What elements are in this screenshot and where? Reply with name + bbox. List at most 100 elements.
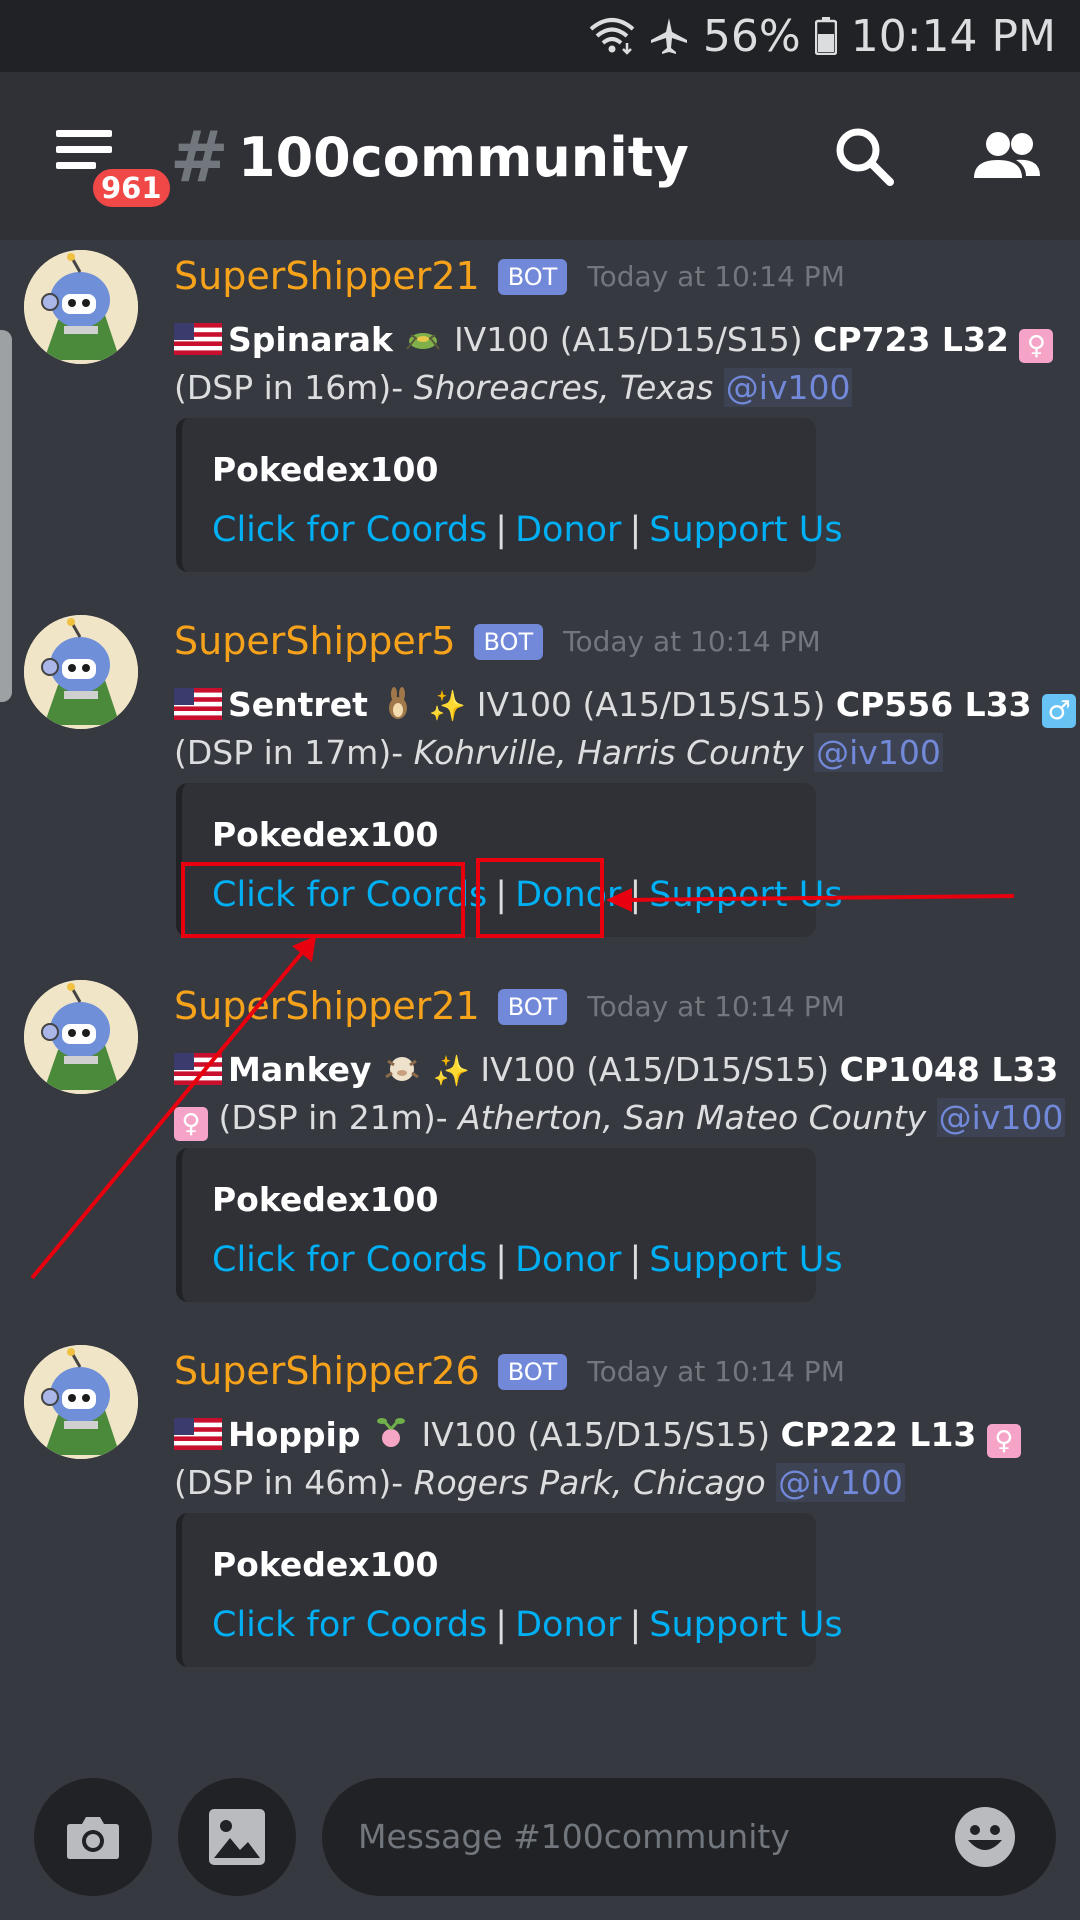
embed-links: Click for Coords | Donor | Support Us bbox=[212, 875, 843, 915]
despawn-time: (DSP in 17m)- bbox=[174, 733, 404, 772]
username[interactable]: SuperShipper21 bbox=[174, 985, 480, 1028]
bot-tag: BOT bbox=[497, 1353, 568, 1390]
message-header: SuperShipper26 BOT Today at 10:14 PM bbox=[174, 1350, 845, 1393]
airplane-icon bbox=[650, 18, 687, 54]
robot-avatar-icon bbox=[24, 1345, 138, 1459]
location: Shoreacres, Texas bbox=[413, 368, 714, 407]
link-separator: | bbox=[495, 1605, 508, 1645]
image-icon bbox=[209, 1809, 265, 1865]
pokemon-name: Spinarak bbox=[228, 320, 393, 359]
message-input[interactable] bbox=[358, 1808, 918, 1864]
coords-link[interactable]: Click for Coords bbox=[212, 1240, 487, 1280]
bot-avatar[interactable] bbox=[24, 250, 138, 364]
iv-stats: IV100 (A15/D15/S15) bbox=[480, 1050, 830, 1089]
battery-percent: 56% bbox=[702, 10, 801, 62]
emoji-icon[interactable] bbox=[954, 1806, 1016, 1868]
embed-card: Pokedex100 Click for Coords | Donor | Suppor… bbox=[176, 418, 843, 572]
username[interactable]: SuperShipper26 bbox=[174, 1350, 480, 1393]
link-separator: | bbox=[495, 1240, 508, 1280]
support-link[interactable]: Support Us bbox=[649, 1240, 842, 1280]
message-header: SuperShipper5 BOT Today at 10:14 PM bbox=[174, 620, 821, 663]
annotation-arrowhead-diagonal bbox=[292, 936, 316, 962]
us-flag-icon bbox=[174, 688, 222, 720]
bot-tag: BOT bbox=[497, 988, 568, 1025]
robot-avatar-icon bbox=[24, 980, 138, 1094]
link-separator: | bbox=[495, 510, 508, 550]
hoppip-icon bbox=[376, 1418, 405, 1447]
drawer-edge-handle[interactable] bbox=[0, 330, 12, 702]
image-button[interactable] bbox=[178, 1778, 296, 1896]
link-separator: | bbox=[629, 1605, 642, 1645]
role-mention[interactable]: @iv100 bbox=[776, 1463, 905, 1502]
message-line-2: (DSP in 17m)- Kohrville, Harris County @… bbox=[174, 733, 943, 773]
spinarak-icon bbox=[406, 333, 441, 350]
message-line-1: Hoppip IV100 (A15/D15/S15) CP222 L13 ♀ bbox=[174, 1415, 1021, 1458]
donor-link[interactable]: Donor bbox=[515, 510, 621, 550]
embed-links: Click for Coords | Donor | Support Us bbox=[212, 1240, 843, 1280]
bot-avatar[interactable] bbox=[24, 615, 138, 729]
robot-avatar-icon bbox=[24, 250, 138, 364]
username[interactable]: SuperShipper21 bbox=[174, 255, 480, 298]
support-link[interactable]: Support Us bbox=[649, 875, 842, 915]
link-separator: | bbox=[495, 875, 508, 915]
iv-stats: IV100 (A15/D15/S15) bbox=[453, 320, 803, 359]
despawn-time: (DSP in 46m)- bbox=[174, 1463, 404, 1502]
notification-badge: 961 bbox=[88, 164, 175, 212]
bot-avatar[interactable] bbox=[24, 1345, 138, 1459]
role-mention[interactable]: @iv100 bbox=[723, 368, 853, 407]
embed-card: Pokedex100 Click for Coords | Donor | Suppor… bbox=[176, 783, 843, 937]
us-flag-icon bbox=[174, 1053, 222, 1085]
username[interactable]: SuperShipper5 bbox=[174, 620, 456, 663]
embed-title: Pokedex100 bbox=[212, 450, 439, 489]
shiny-sparkle-icon: ✨ bbox=[432, 1054, 470, 1089]
message-header: SuperShipper21 BOT Today at 10:14 PM bbox=[174, 255, 845, 298]
cp-level: CP556 L33 bbox=[835, 685, 1032, 724]
search-button[interactable] bbox=[832, 124, 896, 192]
menu-button[interactable]: 961 bbox=[50, 130, 175, 216]
role-mention[interactable]: @iv100 bbox=[936, 1098, 1066, 1137]
message-line-1: Mankey ✨ IV100 (A15/D15/S15) CP1048 L33 bbox=[174, 1050, 1058, 1090]
robot-avatar-icon bbox=[24, 615, 138, 729]
embed-title: Pokedex100 bbox=[212, 1180, 439, 1219]
despawn-time: (DSP in 16m)- bbox=[174, 368, 404, 407]
pokemon-name: Sentret bbox=[228, 685, 368, 724]
location: Kohrville, Harris County bbox=[413, 733, 804, 772]
timestamp: Today at 10:14 PM bbox=[587, 260, 845, 294]
members-icon bbox=[974, 132, 1040, 178]
support-link[interactable]: Support Us bbox=[649, 1605, 842, 1645]
members-button[interactable] bbox=[972, 130, 1042, 186]
coords-link[interactable]: Click for Coords bbox=[212, 510, 487, 550]
role-mention[interactable]: @iv100 bbox=[814, 733, 943, 772]
support-link[interactable]: Support Us bbox=[649, 510, 842, 550]
status-bar: 56% 10:14 PM bbox=[0, 0, 1080, 72]
us-flag-icon bbox=[174, 323, 222, 355]
bot-avatar[interactable] bbox=[24, 980, 138, 1094]
donor-link[interactable]: Donor bbox=[515, 1605, 621, 1645]
mankey-icon bbox=[385, 1057, 419, 1081]
link-separator: | bbox=[629, 510, 642, 550]
donor-link[interactable]: Donor bbox=[515, 875, 621, 915]
donor-link[interactable]: Donor bbox=[515, 1240, 621, 1280]
cp-level: CP723 L32 bbox=[813, 320, 1009, 359]
coords-link[interactable]: Click for Coords bbox=[212, 875, 487, 915]
bot-tag: BOT bbox=[497, 258, 568, 295]
timestamp: Today at 10:14 PM bbox=[563, 625, 821, 659]
wifi-icon bbox=[589, 18, 635, 55]
status-indicators: 56% 10:14 PM bbox=[589, 8, 1056, 64]
despawn-time: (DSP in 21m)- bbox=[218, 1098, 448, 1137]
us-flag-icon bbox=[174, 1418, 222, 1450]
battery-icon bbox=[814, 17, 837, 55]
embed-card: Pokedex100 Click for Coords | Donor | Suppor… bbox=[176, 1148, 843, 1302]
pokemon-name: Mankey bbox=[228, 1050, 372, 1089]
channel-header: 961 # 100community bbox=[0, 72, 1080, 240]
cp-level: CP1048 L33 bbox=[839, 1050, 1059, 1089]
link-separator: | bbox=[629, 875, 642, 915]
embed-links: Click for Coords | Donor | Support Us bbox=[212, 510, 843, 550]
message-line-1: Sentret ✨ IV100 (A15/D15/S15) CP556 L33 … bbox=[174, 685, 1077, 728]
coords-link[interactable]: Click for Coords bbox=[212, 1605, 487, 1645]
message-input-container bbox=[322, 1778, 1056, 1896]
message-line-1: Spinarak IV100 (A15/D15/S15) CP723 L32 ♀ bbox=[174, 320, 1054, 363]
cp-level: CP222 L13 bbox=[780, 1415, 977, 1454]
timestamp: Today at 10:14 PM bbox=[587, 990, 845, 1024]
camera-button[interactable] bbox=[34, 1778, 152, 1896]
